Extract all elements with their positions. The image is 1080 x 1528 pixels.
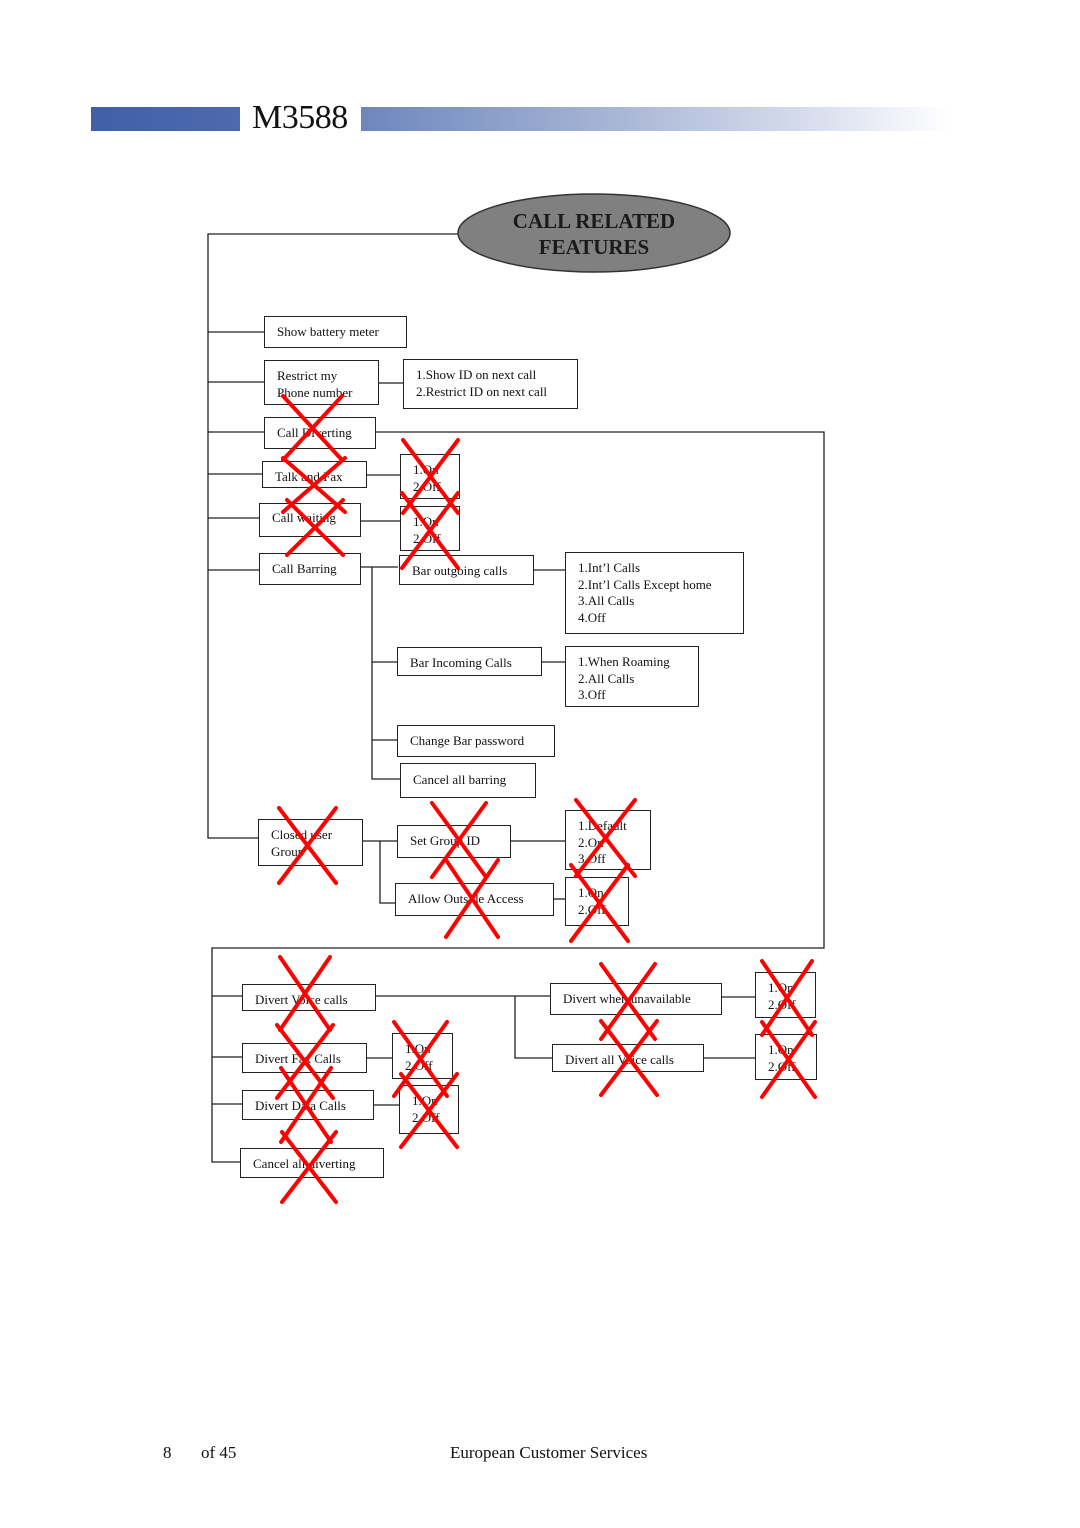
node-bar-outgoing[interactable]: Bar outgoing calls — [399, 555, 534, 585]
line-divert-voice-trunk — [514, 996, 552, 1059]
node-show-battery[interactable]: Show battery meter — [264, 316, 407, 348]
node-call-diverting[interactable]: Call Diverting — [264, 417, 376, 449]
line-cug-trunk — [379, 841, 396, 904]
node-divert-all-voice-options: 1.On 2.Off — [755, 1034, 817, 1080]
root-title-line2: FEATURES — [538, 235, 650, 259]
node-talk-and-fax[interactable]: Talk and Fax — [262, 461, 367, 488]
page-total: of 45 — [201, 1443, 237, 1462]
node-bar-incoming-options: 1.When Roaming 2.All Calls 3.Off — [565, 646, 699, 707]
node-divert-data-options: 1.On 2.Off — [399, 1085, 459, 1134]
page-number: 8 — [163, 1443, 172, 1462]
node-bar-incoming[interactable]: Bar Incoming Calls — [397, 647, 542, 676]
node-allow-outside-access[interactable]: Allow Outside Access — [395, 883, 554, 916]
node-closed-user-group[interactable]: Closed user Group — [258, 819, 363, 866]
node-restrict-options: 1.Show ID on next call 2.Restrict ID on … — [403, 359, 578, 409]
node-divert-fax[interactable]: Divert Fax Calls — [242, 1043, 367, 1073]
root-title: CALL RELATED FEATURES — [458, 208, 730, 260]
node-divert-data[interactable]: Divert Data Calls — [242, 1090, 374, 1120]
node-restrict-number[interactable]: Restrict my Phone number — [264, 360, 379, 405]
node-bar-outgoing-options: 1.Int’l Calls 2.Int’l Calls Except home … — [565, 552, 744, 634]
footer-department: European Customer Services — [450, 1443, 648, 1462]
node-call-waiting[interactable]: Call waiting — [259, 503, 361, 537]
node-call-barring[interactable]: Call Barring — [259, 553, 361, 585]
node-cancel-all-diverting[interactable]: Cancel all diverting — [240, 1148, 384, 1178]
node-allow-outside-access-options: 1.On 2.Off — [565, 877, 629, 926]
node-divert-unavailable[interactable]: Divert when unavailable — [550, 983, 722, 1015]
node-divert-fax-options: 1.On 2.Off — [392, 1033, 453, 1079]
node-set-group-id[interactable]: Set Group ID — [397, 825, 511, 858]
node-set-group-id-options: 1.Default 2.On 3.Off — [565, 810, 651, 870]
line-barring-trunk — [371, 567, 400, 780]
node-talk-and-fax-options: 1.On 2.Off — [400, 454, 460, 499]
root-title-line1: CALL RELATED — [512, 209, 676, 233]
node-divert-voice[interactable]: Divert Voice calls — [242, 984, 376, 1011]
node-divert-unavailable-options: 1.On 2.Off — [755, 972, 816, 1018]
node-cancel-all-barring[interactable]: Cancel all barring — [400, 763, 536, 798]
node-divert-all-voice[interactable]: Divert all Voice calls — [552, 1044, 704, 1072]
node-change-bar-password[interactable]: Change Bar password — [397, 725, 555, 757]
node-call-waiting-options: 1.On 2.Off — [400, 506, 460, 551]
